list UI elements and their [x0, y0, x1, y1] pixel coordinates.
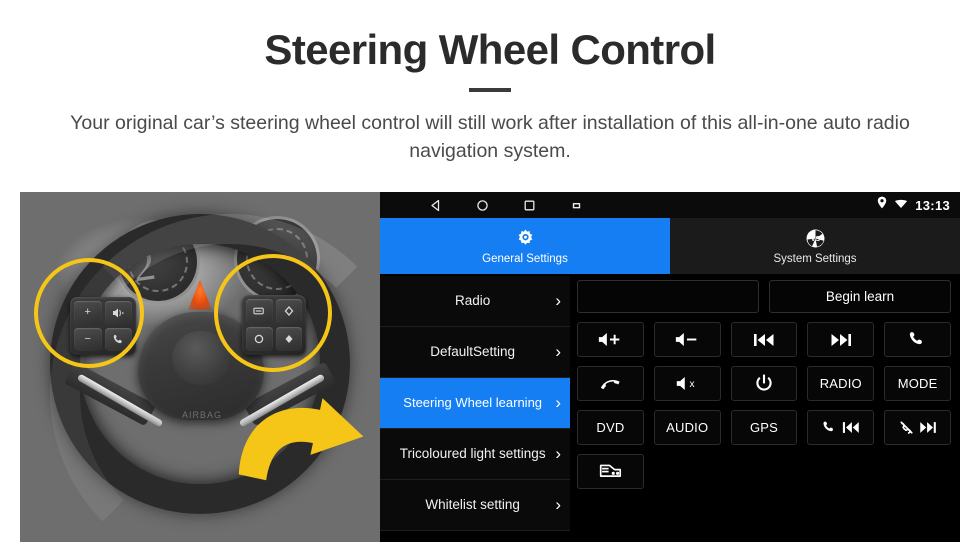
head-unit-screen: 13:13 General Settings VS System Setting… [380, 192, 960, 542]
chevron-right-icon: › [555, 291, 561, 310]
android-nav-buttons [428, 198, 584, 213]
sidebar-item-label: DefaultSetting [430, 344, 516, 360]
key-assignment-grid: x RADIO MODE DVD AUDIO GPS [577, 322, 951, 489]
call-hangup-button[interactable] [577, 366, 644, 401]
audio-button[interactable]: AUDIO [653, 410, 721, 445]
settings-body: Radio › DefaultSetting › Steering Wheel … [380, 274, 960, 542]
tab-general-settings[interactable]: General Settings [380, 218, 670, 274]
screenshot-icon[interactable] [569, 198, 584, 213]
page-root: Steering Wheel Control Your original car… [0, 0, 980, 549]
tab-general-settings-label: General Settings [482, 252, 568, 265]
gear-icon [515, 228, 536, 249]
highlight-circle-left [34, 258, 144, 368]
learn-controls-row: Begin learn [577, 280, 951, 313]
back-icon[interactable] [428, 198, 443, 213]
content-strip: 2 AIRBAG + − 13:13 General Settings VS S… [20, 192, 960, 542]
radio-button[interactable]: RADIO [807, 366, 875, 401]
call-previous-button[interactable] [807, 410, 875, 445]
wifi-icon [894, 196, 908, 214]
next-track-button[interactable] [807, 322, 875, 357]
page-subtitle: Your original car’s steering wheel contr… [70, 112, 910, 163]
svg-text:x: x [690, 379, 695, 390]
sidebar-item-label: Steering Wheel learning [403, 394, 543, 410]
clock-label: 13:13 [915, 197, 950, 213]
chevron-right-icon: › [555, 342, 561, 361]
steering-wheel-photo: 2 AIRBAG + − [20, 192, 380, 542]
app-logo-icon: VS [805, 228, 826, 249]
settings-tabs: General Settings VS System Settings [380, 218, 960, 274]
phone-previous-icon [822, 420, 860, 435]
chevron-right-icon: › [555, 444, 561, 463]
learn-input[interactable] [577, 280, 759, 313]
tab-system-settings[interactable]: VS System Settings [670, 218, 960, 274]
sidebar-item-steering-wheel-learning[interactable]: Steering Wheel learning › [380, 378, 570, 429]
sidebar-item-defaultsetting[interactable]: DefaultSetting › [380, 327, 570, 378]
previous-track-button[interactable] [730, 322, 798, 357]
title-divider [469, 88, 511, 93]
sidebar-item-label: Tricoloured light settings [399, 446, 546, 462]
hangup-next-icon [899, 420, 937, 435]
svg-text:VS: VS [810, 235, 820, 242]
gps-button[interactable]: GPS [730, 410, 798, 445]
chevron-right-icon: › [555, 393, 561, 412]
chevron-right-icon: › [555, 495, 561, 514]
dvd-button[interactable]: DVD [577, 410, 644, 445]
page-header: Steering Wheel Control Your original car… [0, 0, 980, 166]
android-status-bar: 13:13 [380, 192, 960, 218]
mute-button[interactable]: x [653, 366, 721, 401]
sidebar-item-label: Whitelist setting [425, 497, 520, 513]
status-icons: 13:13 [877, 196, 950, 214]
power-button[interactable] [730, 366, 798, 401]
volume-up-button[interactable] [577, 322, 644, 357]
car-settings-button[interactable] [577, 454, 644, 489]
settings-sidebar: Radio › DefaultSetting › Steering Wheel … [380, 274, 570, 542]
volume-down-button[interactable] [653, 322, 721, 357]
hangup-next-button[interactable] [884, 410, 951, 445]
highlight-circle-right [214, 254, 332, 372]
home-icon[interactable] [475, 198, 490, 213]
page-title: Steering Wheel Control [264, 26, 716, 73]
sidebar-item-radio[interactable]: Radio › [380, 276, 570, 327]
sidebar-item-tricoloured-light-settings[interactable]: Tricoloured light settings › [380, 429, 570, 480]
call-answer-button[interactable] [884, 322, 951, 357]
yellow-arrow-icon [228, 392, 380, 502]
begin-learn-button[interactable]: Begin learn [769, 280, 951, 313]
airbag-label: AIRBAG [181, 410, 222, 420]
sidebar-item-whitelist-setting[interactable]: Whitelist setting › [380, 480, 570, 531]
mode-button[interactable]: MODE [884, 366, 951, 401]
tab-system-settings-label: System Settings [773, 252, 857, 265]
sidebar-item-label: Radio [455, 293, 491, 309]
location-pin-icon [877, 196, 887, 214]
recents-icon[interactable] [522, 198, 537, 213]
steering-wheel-learning-panel: Begin learn x RADIO MODE DVD AUDIO GPS [570, 274, 960, 542]
